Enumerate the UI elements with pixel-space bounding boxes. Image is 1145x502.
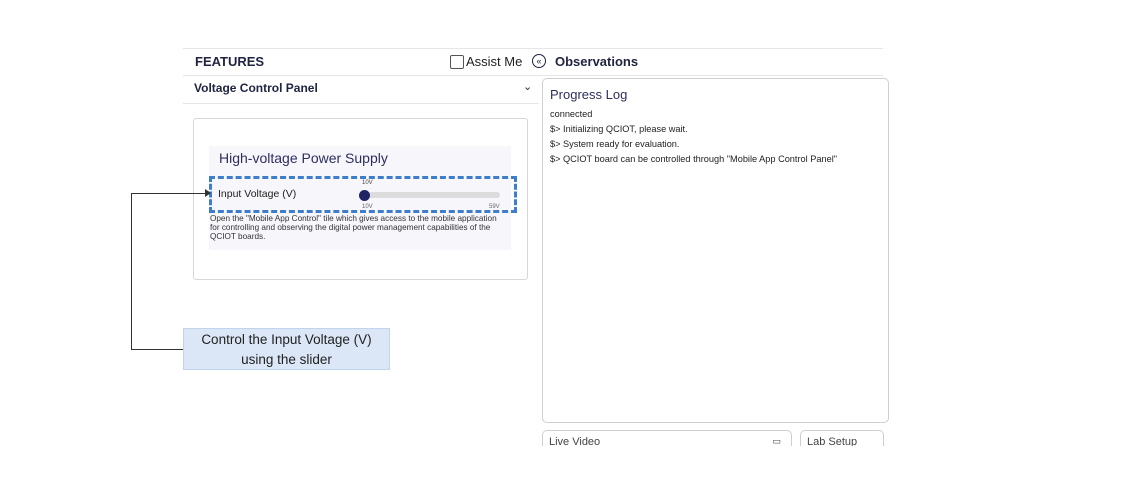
crop-mask bbox=[530, 446, 930, 502]
slider-highlight-box bbox=[209, 176, 517, 213]
power-supply-description: Open the "Mobile App Control" tile which… bbox=[210, 214, 497, 241]
log-line: $> System ready for evaluation. bbox=[550, 139, 680, 149]
callout-connector-bottom bbox=[131, 349, 183, 350]
observations-title: Observations bbox=[555, 54, 639, 69]
panel-title: Voltage Control Panel bbox=[194, 81, 318, 95]
callout-box: Control the Input Voltage (V) using the … bbox=[183, 328, 390, 370]
callout-connector-vertical bbox=[131, 193, 132, 349]
chevron-down-icon[interactable]: ⌄ bbox=[523, 80, 532, 93]
arrow-right-icon bbox=[205, 189, 211, 197]
callout-line-2: using the slider bbox=[241, 352, 332, 367]
callout-line-1: Control the Input Voltage (V) bbox=[201, 332, 372, 347]
progress-log-lines: connected $> Initializing QCIOT, please … bbox=[550, 107, 837, 167]
power-supply-title: High-voltage Power Supply bbox=[219, 150, 388, 166]
assist-me-checkbox[interactable] bbox=[450, 55, 464, 69]
progress-log-title: Progress Log bbox=[550, 87, 628, 102]
callout-connector-top bbox=[131, 193, 207, 194]
log-line: $> Initializing QCIOT, please wait. bbox=[550, 124, 688, 134]
collapse-icon[interactable]: « bbox=[532, 54, 546, 68]
assist-me-label[interactable]: Assist Me bbox=[466, 54, 522, 69]
log-line: $> QCIOT board can be controlled through… bbox=[550, 154, 837, 164]
features-title: FEATURES bbox=[195, 54, 265, 69]
log-line: connected bbox=[550, 109, 593, 119]
